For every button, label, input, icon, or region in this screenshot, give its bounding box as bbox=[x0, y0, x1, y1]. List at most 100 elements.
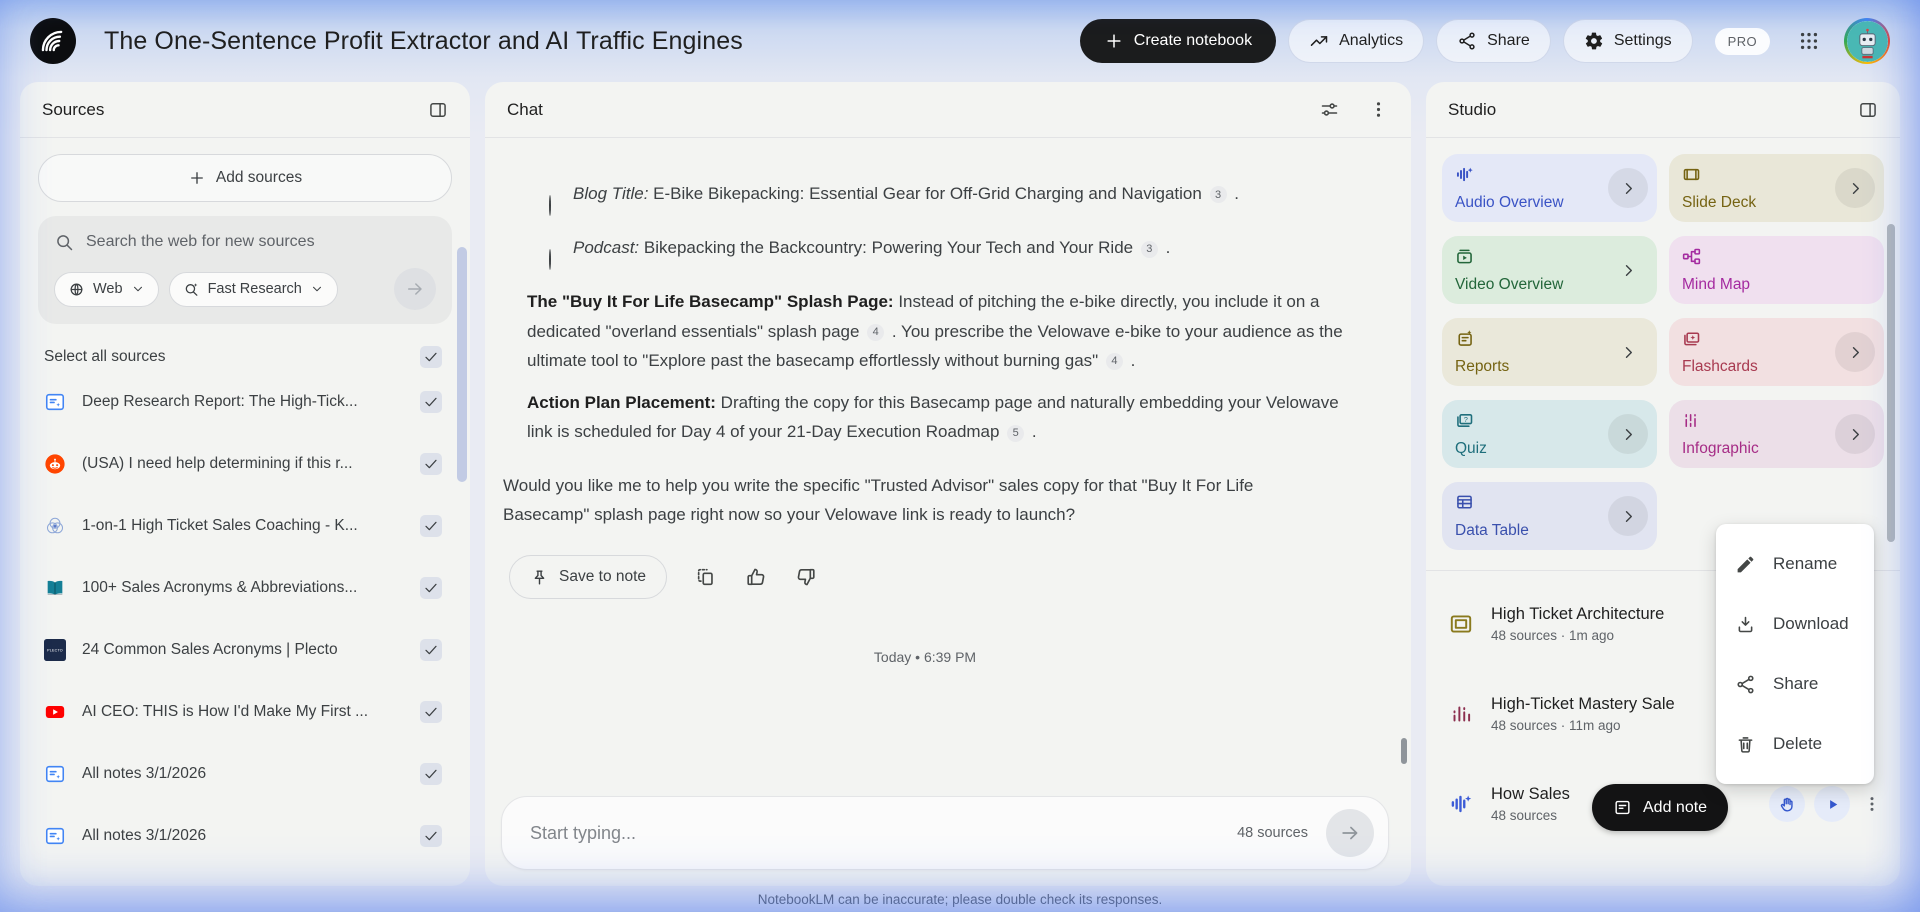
source-list-item[interactable]: All notes 3/1/2026 bbox=[38, 806, 452, 866]
svg-text:PLECTO: PLECTO bbox=[47, 649, 63, 653]
collapse-panel-icon[interactable] bbox=[1858, 100, 1878, 120]
source-checkbox[interactable] bbox=[420, 763, 442, 785]
plus-icon bbox=[188, 169, 206, 187]
source-list-item[interactable]: All notes 3/1/2026 bbox=[38, 744, 452, 804]
studio-card-quiz[interactable]: ? Quiz bbox=[1442, 400, 1657, 468]
source-checkbox[interactable] bbox=[420, 515, 442, 537]
doc-text: High-Ticket Mastery Sale 48 sources · 11m… bbox=[1491, 695, 1675, 733]
hand-wave-icon bbox=[1778, 795, 1797, 814]
source-checkbox[interactable] bbox=[420, 577, 442, 599]
tune-icon[interactable] bbox=[1319, 99, 1340, 120]
source-checkbox[interactable] bbox=[420, 453, 442, 475]
studio-card-mind-map[interactable]: Mind Map bbox=[1669, 236, 1884, 304]
source-checkbox[interactable] bbox=[420, 391, 442, 413]
chat-timestamp: Today • 6:39 PM bbox=[873, 649, 977, 666]
web-search-input[interactable] bbox=[86, 233, 436, 251]
chat-messages-list: Blog Title: E-Bike Bikepacking: Essentia… bbox=[503, 179, 1347, 447]
source-checkbox[interactable] bbox=[420, 639, 442, 661]
thumb-up-icon[interactable] bbox=[745, 566, 767, 588]
bullet-text: Action Plan Placement: Drafting the copy… bbox=[527, 393, 1339, 442]
source-checkbox[interactable] bbox=[420, 701, 442, 723]
thumb-down-icon[interactable] bbox=[795, 566, 817, 588]
bullet-lead: Podcast: bbox=[573, 238, 640, 258]
play-icon bbox=[1823, 795, 1842, 814]
source-title: 1-on-1 High Ticket Sales Coaching - K... bbox=[82, 517, 358, 534]
citation-chip[interactable]: 5 bbox=[1007, 424, 1025, 442]
studio-card-flashcards[interactable]: Flashcards bbox=[1669, 318, 1884, 386]
menu-item-rename[interactable]: Rename bbox=[1716, 534, 1874, 594]
search-submit-button[interactable] bbox=[394, 268, 436, 310]
chevron-down-icon bbox=[310, 282, 324, 296]
studio-scrollbar[interactable] bbox=[1887, 224, 1895, 542]
studio-card-reports[interactable]: Reports bbox=[1442, 318, 1657, 386]
chevron-right-icon[interactable] bbox=[1608, 414, 1648, 454]
add-note-label: Add note bbox=[1643, 798, 1708, 816]
studio-card-slide-deck[interactable]: Slide Deck bbox=[1669, 154, 1884, 222]
play-button[interactable] bbox=[1814, 786, 1850, 822]
save-to-note-button[interactable]: Save to note bbox=[509, 555, 668, 600]
source-list-item[interactable]: 100+ Sales Acronyms & Abbreviations... bbox=[38, 558, 452, 618]
collapse-panel-icon[interactable] bbox=[428, 100, 448, 120]
source-list-item[interactable]: (USA) I need help determining if this r.… bbox=[38, 434, 452, 494]
book-icon bbox=[44, 577, 66, 599]
chat-scrollbar[interactable] bbox=[1401, 738, 1407, 764]
chevron-right-icon[interactable] bbox=[1835, 332, 1875, 372]
chevron-right-icon[interactable] bbox=[1608, 332, 1648, 372]
menu-item-download[interactable]: Download bbox=[1716, 594, 1874, 654]
citation-chip[interactable]: 3 bbox=[1140, 240, 1158, 258]
studio-card-data-table[interactable]: Data Table bbox=[1442, 482, 1657, 550]
interactive-mode-button[interactable] bbox=[1769, 786, 1805, 822]
bullet-marker bbox=[549, 179, 573, 220]
report-doc-icon bbox=[44, 825, 66, 847]
doc-context-menu: Rename Download Share Delete bbox=[1716, 524, 1874, 784]
source-title: All notes 3/1/2026 bbox=[82, 765, 207, 782]
citation-chip[interactable]: 4 bbox=[867, 324, 885, 342]
studio-card-video-overview[interactable]: Video Overview bbox=[1442, 236, 1657, 304]
source-checkbox[interactable] bbox=[420, 825, 442, 847]
select-all-checkbox[interactable] bbox=[420, 346, 442, 368]
more-vert-icon[interactable] bbox=[1862, 794, 1882, 814]
analytics-label: Analytics bbox=[1339, 32, 1404, 49]
source-list-item[interactable]: AI CEO: THIS is How I'd Make My First ..… bbox=[38, 682, 452, 742]
research-mode-chip[interactable]: Fast Research bbox=[168, 271, 338, 307]
add-note-button[interactable]: Add note bbox=[1592, 784, 1729, 831]
slide-doc-icon bbox=[1448, 611, 1474, 637]
reports-icon bbox=[1454, 328, 1475, 349]
menu-item-share[interactable]: Share bbox=[1716, 654, 1874, 714]
save-to-note-label: Save to note bbox=[559, 568, 647, 586]
source-list-item[interactable]: Deep Research Report: The High-Tick... bbox=[38, 372, 452, 432]
web-filter-chip[interactable]: Web bbox=[54, 271, 159, 307]
studio-card-label: Video Overview bbox=[1455, 276, 1564, 293]
studio-card-audio-overview[interactable]: Audio Overview bbox=[1442, 154, 1657, 222]
menu-item-delete[interactable]: Delete bbox=[1716, 714, 1874, 774]
source-list-item[interactable]: PLECTO 24 Common Sales Acronyms | Plecto bbox=[38, 620, 452, 680]
web-search-card: Web Fast Research bbox=[38, 216, 452, 324]
chevron-right-icon[interactable] bbox=[1608, 496, 1648, 536]
share-button[interactable]: Share bbox=[1436, 19, 1551, 63]
chat-panel-title: Chat bbox=[507, 99, 543, 119]
citation-chip[interactable]: 3 bbox=[1209, 186, 1227, 204]
pro-badge: PRO bbox=[1714, 27, 1770, 55]
sources-scrollbar[interactable] bbox=[457, 247, 467, 482]
apps-grid-icon[interactable] bbox=[1798, 30, 1820, 52]
source-list-item[interactable]: 1-on-1 High Ticket Sales Coaching - K... bbox=[38, 496, 452, 556]
analytics-button[interactable]: Analytics bbox=[1288, 19, 1425, 63]
studio-card-infographic[interactable]: Infographic bbox=[1669, 400, 1884, 468]
chevron-right-icon[interactable] bbox=[1835, 414, 1875, 454]
citation-chip[interactable]: 4 bbox=[1105, 353, 1123, 371]
plus-icon bbox=[1104, 31, 1124, 51]
create-notebook-button[interactable]: Create notebook bbox=[1079, 19, 1277, 63]
more-vert-icon[interactable] bbox=[1368, 99, 1389, 120]
add-sources-button[interactable]: Add sources bbox=[38, 154, 452, 202]
chevron-right-icon[interactable] bbox=[1608, 168, 1648, 208]
copy-icon[interactable] bbox=[695, 566, 717, 588]
gear-icon bbox=[1584, 31, 1604, 51]
plecto-icon: PLECTO bbox=[44, 639, 66, 661]
settings-button[interactable]: Settings bbox=[1562, 19, 1693, 63]
send-button[interactable] bbox=[1326, 809, 1374, 857]
chevron-right-icon[interactable] bbox=[1608, 250, 1648, 290]
chat-input[interactable] bbox=[530, 822, 1238, 844]
doc-text: How Sales 48 sources bbox=[1491, 785, 1570, 823]
chevron-right-icon[interactable] bbox=[1835, 168, 1875, 208]
avatar[interactable] bbox=[1844, 18, 1890, 64]
